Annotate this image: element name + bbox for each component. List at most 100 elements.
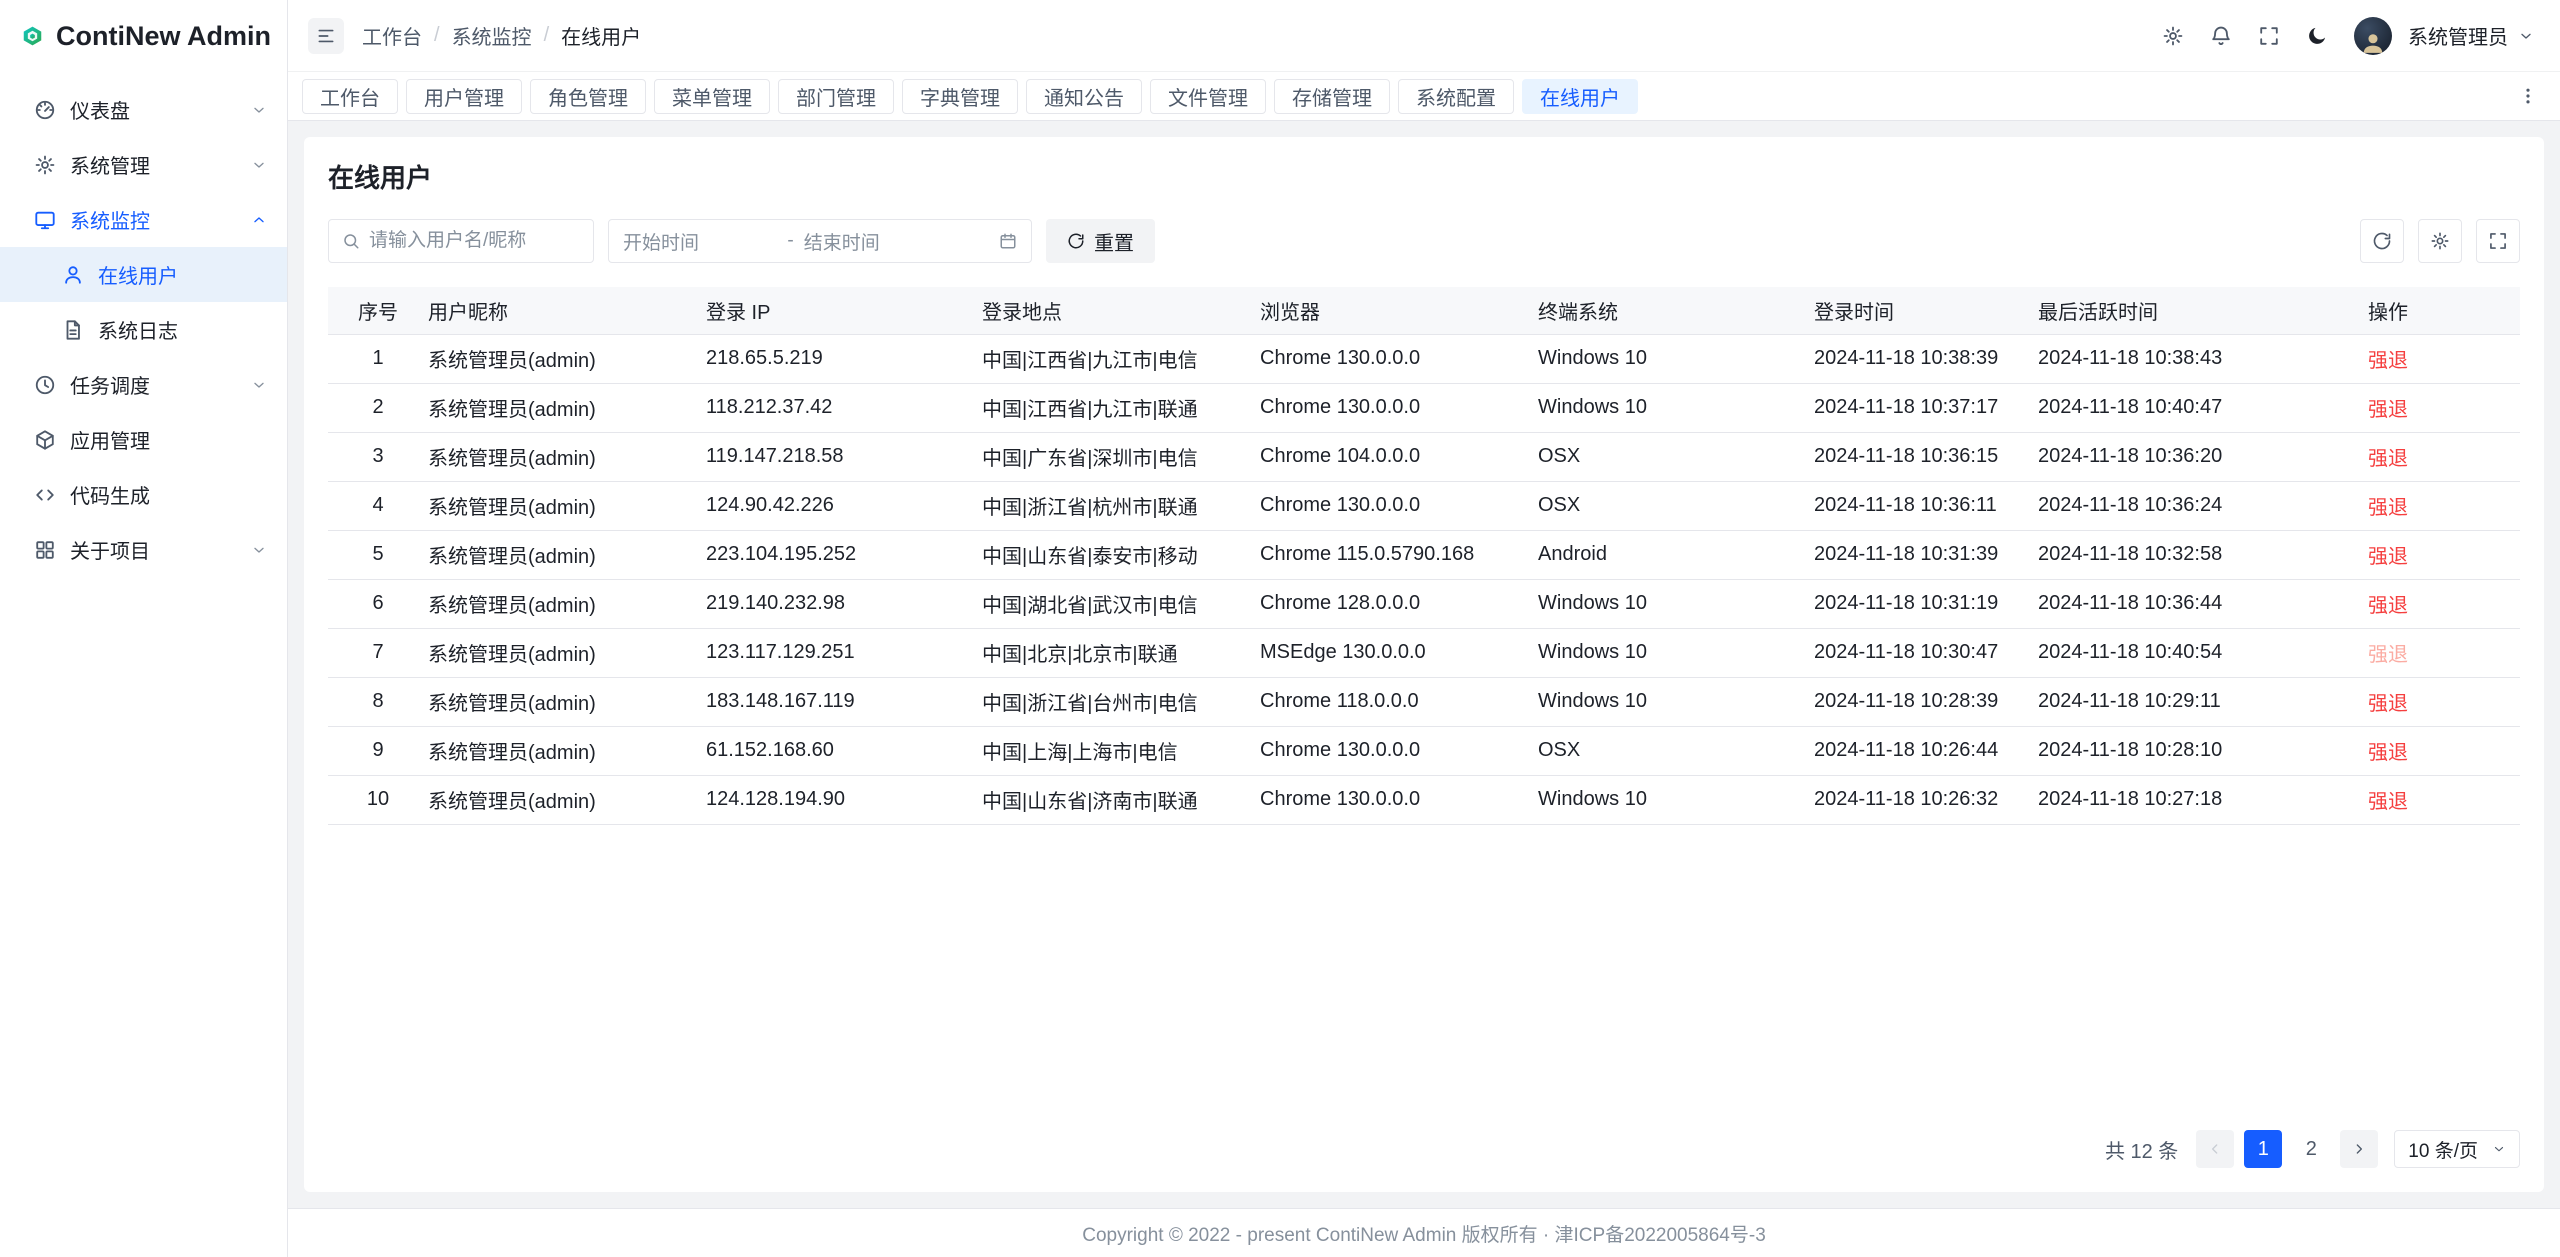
sidebar-item[interactable]: 系统管理 xyxy=(0,137,287,192)
sidebar-item[interactable]: 系统日志 xyxy=(0,302,287,357)
search-icon xyxy=(342,232,360,250)
notifications-button[interactable] xyxy=(2200,15,2242,57)
sidebar-item[interactable]: 在线用户 xyxy=(0,247,287,302)
user-nickname: 系统管理员(admin) xyxy=(428,432,706,481)
sidebar-item[interactable]: 代码生成 xyxy=(0,467,287,522)
chevron-down-icon[interactable] xyxy=(2518,28,2534,44)
copyright-text: Copyright © 2022 - present ContiNew Admi… xyxy=(1082,1220,1766,1247)
date-range-picker[interactable]: 开始时间 - 结束时间 xyxy=(608,219,1032,263)
reset-button-label: 重置 xyxy=(1094,227,1134,256)
table-settings-button[interactable] xyxy=(2418,219,2462,263)
sidebar-collapse-button[interactable] xyxy=(308,18,344,54)
tab[interactable]: 存储管理 xyxy=(1274,79,1390,114)
tab[interactable]: 工作台 xyxy=(302,79,398,114)
pagination-pages: 12 xyxy=(2244,1130,2330,1168)
browser: MSEdge 130.0.0.0 xyxy=(1260,628,1538,677)
pagination-next-button[interactable] xyxy=(2340,1130,2378,1168)
login-location: 中国|广东省|深圳市|电信 xyxy=(982,432,1260,481)
sidebar-item-label: 任务调度 xyxy=(70,370,150,399)
pagination-prev-button[interactable] xyxy=(2196,1130,2234,1168)
force-logout-link[interactable]: 强退 xyxy=(2368,399,2408,421)
tab[interactable]: 在线用户 xyxy=(1522,79,1638,114)
tab[interactable]: 通知公告 xyxy=(1026,79,1142,114)
breadcrumb-item[interactable]: 工作台 xyxy=(362,21,422,50)
os: Windows 10 xyxy=(1538,775,1814,824)
tab[interactable]: 文件管理 xyxy=(1150,79,1266,114)
column-header: 登录时间 xyxy=(1814,287,2038,334)
chevron-down-icon xyxy=(251,542,267,558)
toolbar: 开始时间 - 结束时间 重置 xyxy=(328,219,2520,263)
sidebar-item[interactable]: 应用管理 xyxy=(0,412,287,467)
date-end-placeholder: 结束时间 xyxy=(804,228,989,255)
logo[interactable]: ContiNew Admin xyxy=(0,0,287,72)
sidebar-item-label: 系统日志 xyxy=(98,315,178,344)
sidebar-item[interactable]: 任务调度 xyxy=(0,357,287,412)
tab[interactable]: 部门管理 xyxy=(778,79,894,114)
force-logout-link[interactable]: 强退 xyxy=(2368,693,2408,715)
avatar[interactable] xyxy=(2354,17,2392,55)
user-nickname: 系统管理员(admin) xyxy=(428,775,706,824)
date-start-placeholder: 开始时间 xyxy=(623,228,777,255)
page-title: 在线用户 xyxy=(328,161,2520,195)
user-nickname: 系统管理员(admin) xyxy=(428,726,706,775)
gear-icon xyxy=(2162,25,2184,47)
table-refresh-button[interactable] xyxy=(2360,219,2404,263)
login-time: 2024-11-18 10:26:32 xyxy=(1814,775,2038,824)
fullscreen-button[interactable] xyxy=(2248,15,2290,57)
last-active-time: 2024-11-18 10:36:24 xyxy=(2038,481,2368,530)
dark-mode-toggle[interactable] xyxy=(2296,15,2338,57)
user-name[interactable]: 系统管理员 xyxy=(2408,21,2508,50)
tab[interactable]: 菜单管理 xyxy=(654,79,770,114)
page-size-select[interactable]: 10 条/页 xyxy=(2394,1130,2520,1168)
force-logout-link[interactable]: 强退 xyxy=(2368,497,2408,519)
sidebar-item-label: 仪表盘 xyxy=(70,95,130,124)
more-vertical-icon xyxy=(2518,86,2538,106)
force-logout-link[interactable]: 强退 xyxy=(2368,350,2408,372)
table-fullscreen-button[interactable] xyxy=(2476,219,2520,263)
sidebar-item[interactable]: 系统监控 xyxy=(0,192,287,247)
search-box[interactable] xyxy=(328,219,594,263)
login-time: 2024-11-18 10:31:39 xyxy=(1814,530,2038,579)
reset-button[interactable]: 重置 xyxy=(1046,219,1155,263)
pagination-page-1[interactable]: 1 xyxy=(2244,1130,2282,1168)
sidebar-item-label: 关于项目 xyxy=(70,535,150,564)
browser: Chrome 104.0.0.0 xyxy=(1260,432,1538,481)
tab[interactable]: 用户管理 xyxy=(406,79,522,114)
login-location: 中国|浙江省|杭州市|联通 xyxy=(982,481,1260,530)
browser: Chrome 130.0.0.0 xyxy=(1260,726,1538,775)
force-logout-link[interactable]: 强退 xyxy=(2368,791,2408,813)
user-icon xyxy=(62,264,84,286)
tab[interactable]: 字典管理 xyxy=(902,79,1018,114)
force-logout-link[interactable]: 强退 xyxy=(2368,742,2408,764)
column-header: 序号 xyxy=(328,287,428,334)
browser: Chrome 130.0.0.0 xyxy=(1260,775,1538,824)
force-logout-link[interactable]: 强退 xyxy=(2368,546,2408,568)
chevron-down-icon xyxy=(251,157,267,173)
login-location: 中国|江西省|九江市|电信 xyxy=(982,334,1260,383)
column-header: 浏览器 xyxy=(1260,287,1538,334)
login-ip: 119.147.218.58 xyxy=(706,432,982,481)
force-logout-link[interactable]: 强退 xyxy=(2368,448,2408,470)
grid-icon xyxy=(34,539,56,561)
os: OSX xyxy=(1538,481,1814,530)
os: OSX xyxy=(1538,432,1814,481)
login-time: 2024-11-18 10:36:11 xyxy=(1814,481,2038,530)
breadcrumb-item[interactable]: 系统监控 xyxy=(452,21,532,50)
login-ip: 218.65.5.219 xyxy=(706,334,982,383)
menu-fold-icon xyxy=(316,26,336,46)
breadcrumb-item[interactable]: 在线用户 xyxy=(561,21,641,50)
pagination-page-2[interactable]: 2 xyxy=(2292,1130,2330,1168)
user-nickname: 系统管理员(admin) xyxy=(428,530,706,579)
table-row: 2系统管理员(admin)118.212.37.42中国|江西省|九江市|联通C… xyxy=(328,383,2520,432)
sidebar-item[interactable]: 关于项目 xyxy=(0,522,287,577)
settings-button[interactable] xyxy=(2152,15,2194,57)
row-index: 6 xyxy=(328,579,428,628)
sidebar-item[interactable]: 仪表盘 xyxy=(0,82,287,137)
force-logout-link: 强退 xyxy=(2368,644,2408,666)
tabs-more-button[interactable] xyxy=(2510,78,2546,114)
tab[interactable]: 系统配置 xyxy=(1398,79,1514,114)
search-input[interactable] xyxy=(369,230,580,252)
force-logout-link[interactable]: 强退 xyxy=(2368,595,2408,617)
login-location: 中国|山东省|泰安市|移动 xyxy=(982,530,1260,579)
tab[interactable]: 角色管理 xyxy=(530,79,646,114)
